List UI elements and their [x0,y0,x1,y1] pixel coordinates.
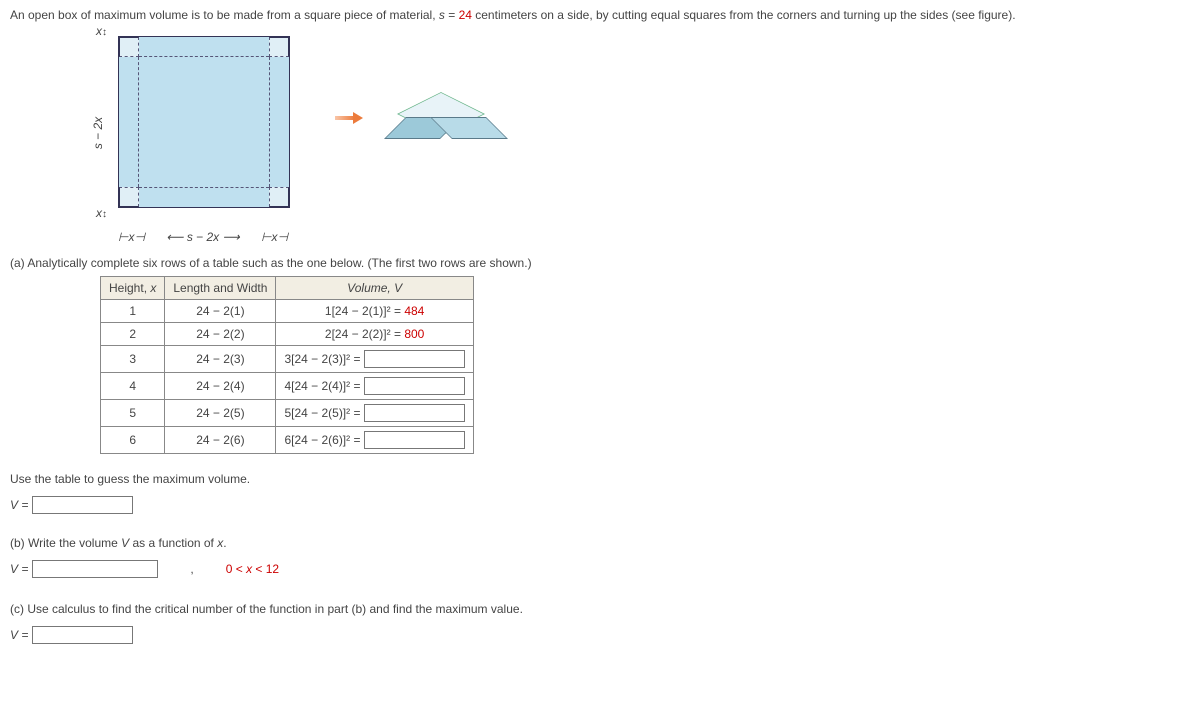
vertical-side-label: s − 2x [91,117,105,149]
intro-pre: An open box of maximum volume is to be m… [10,8,439,22]
part-b-prompt: (b) Write the volume V as a function of … [10,536,1190,550]
cell-volume: 4[24 − 2(4)]² = [276,373,473,400]
figure: s − 2x x↕ x↕ ⊢x⊣ ⟵ s − 2x ⟶ ⊢x⊣ [100,28,1190,238]
volume-value: 800 [404,327,424,341]
cell-volume: 5[24 − 2(5)]² = [276,400,473,427]
cell-length-width: 24 − 2(2) [165,323,276,346]
guess-prompt: Use the table to guess the maximum volum… [10,472,1190,486]
cell-volume: 1[24 − 2(1)]² = 484 [276,300,473,323]
cell-length-width: 24 − 2(4) [165,373,276,400]
corner-cut-br [269,187,289,207]
corner-cut-bl [119,187,139,207]
arrow-icon [335,113,365,123]
table-row: 624 − 2(6)6[24 − 2(6)]² = [101,427,474,454]
table-row: 324 − 2(3)3[24 − 2(3)]² = [101,346,474,373]
volume-input-row-3[interactable] [364,350,465,368]
corner-cut-tr [269,37,289,57]
bottom-labels: ⊢x⊣ ⟵ s − 2x ⟶ ⊢x⊣ [118,230,288,244]
fold-right [269,57,289,187]
volume-value: 484 [404,304,424,318]
fold-top [139,37,269,57]
cell-volume: 6[24 − 2(6)]² = [276,427,473,454]
intro-post: centimeters on a side, by cutting equal … [472,8,1016,22]
problem-statement: An open box of maximum volume is to be m… [10,8,1190,22]
cell-length-width: 24 − 2(5) [165,400,276,427]
th-length-width: Length and Width [165,277,276,300]
comma: , [190,562,193,576]
part-a-prompt: (a) Analytically complete six rows of a … [10,256,1190,270]
volume-table: Height, x Length and Width Volume, V 124… [100,276,474,454]
cell-height: 3 [101,346,165,373]
part-c-prompt: (c) Use calculus to find the critical nu… [10,602,1190,616]
cell-height: 4 [101,373,165,400]
cell-height: 5 [101,400,165,427]
table-row: 124 − 2(1)1[24 − 2(1)]² = 484 [101,300,474,323]
part-c-row: V = [10,626,133,644]
x-label-bl: ⊢x⊣ [118,230,145,244]
x-label-br: ⊢x⊣ [261,230,288,244]
domain-constraint: 0 < x < 12 [226,562,279,576]
v-equals-c: V = [10,628,28,642]
volume-input-row-5[interactable] [364,404,465,422]
side-label-bottom: ⟵ s − 2x ⟶ [166,230,239,244]
fold-left [119,57,139,187]
cell-length-width: 24 − 2(6) [165,427,276,454]
th-height: Height, x [101,277,165,300]
max-value-input[interactable] [32,626,133,644]
cell-height: 1 [101,300,165,323]
x-label-bottom-left: x↕ [96,206,107,220]
cell-height: 6 [101,427,165,454]
v-equals-b: V = [10,562,28,576]
part-b-row: V = , 0 < x < 12 [10,560,279,578]
equals: = [445,8,459,22]
cell-height: 2 [101,323,165,346]
table-row: 424 − 2(4)4[24 − 2(4)]² = [101,373,474,400]
figure-flat: s − 2x x↕ x↕ ⊢x⊣ ⟵ s − 2x ⟶ ⊢x⊣ [100,28,310,238]
v-equals-a: V = [10,498,28,512]
volume-input-row-4[interactable] [364,377,465,395]
table-row: 224 − 2(2)2[24 − 2(2)]² = 800 [101,323,474,346]
guess-max-volume-input[interactable] [32,496,133,514]
th-volume: Volume, V [276,277,473,300]
cell-length-width: 24 − 2(3) [165,346,276,373]
x-label-top-left: x↕ [96,24,107,38]
corner-cut-tl [119,37,139,57]
cell-volume: 3[24 − 2(3)]² = [276,346,473,373]
s-value: 24 [459,8,472,22]
table-row: 524 − 2(5)5[24 − 2(5)]² = [101,400,474,427]
square-sheet [118,36,290,208]
cell-volume: 2[24 − 2(2)]² = 800 [276,323,473,346]
figure-box3d [390,83,500,153]
volume-input-row-6[interactable] [364,431,465,449]
cell-length-width: 24 − 2(1) [165,300,276,323]
guess-row: V = [10,496,133,514]
fold-bottom [139,187,269,207]
volume-function-input[interactable] [32,560,158,578]
